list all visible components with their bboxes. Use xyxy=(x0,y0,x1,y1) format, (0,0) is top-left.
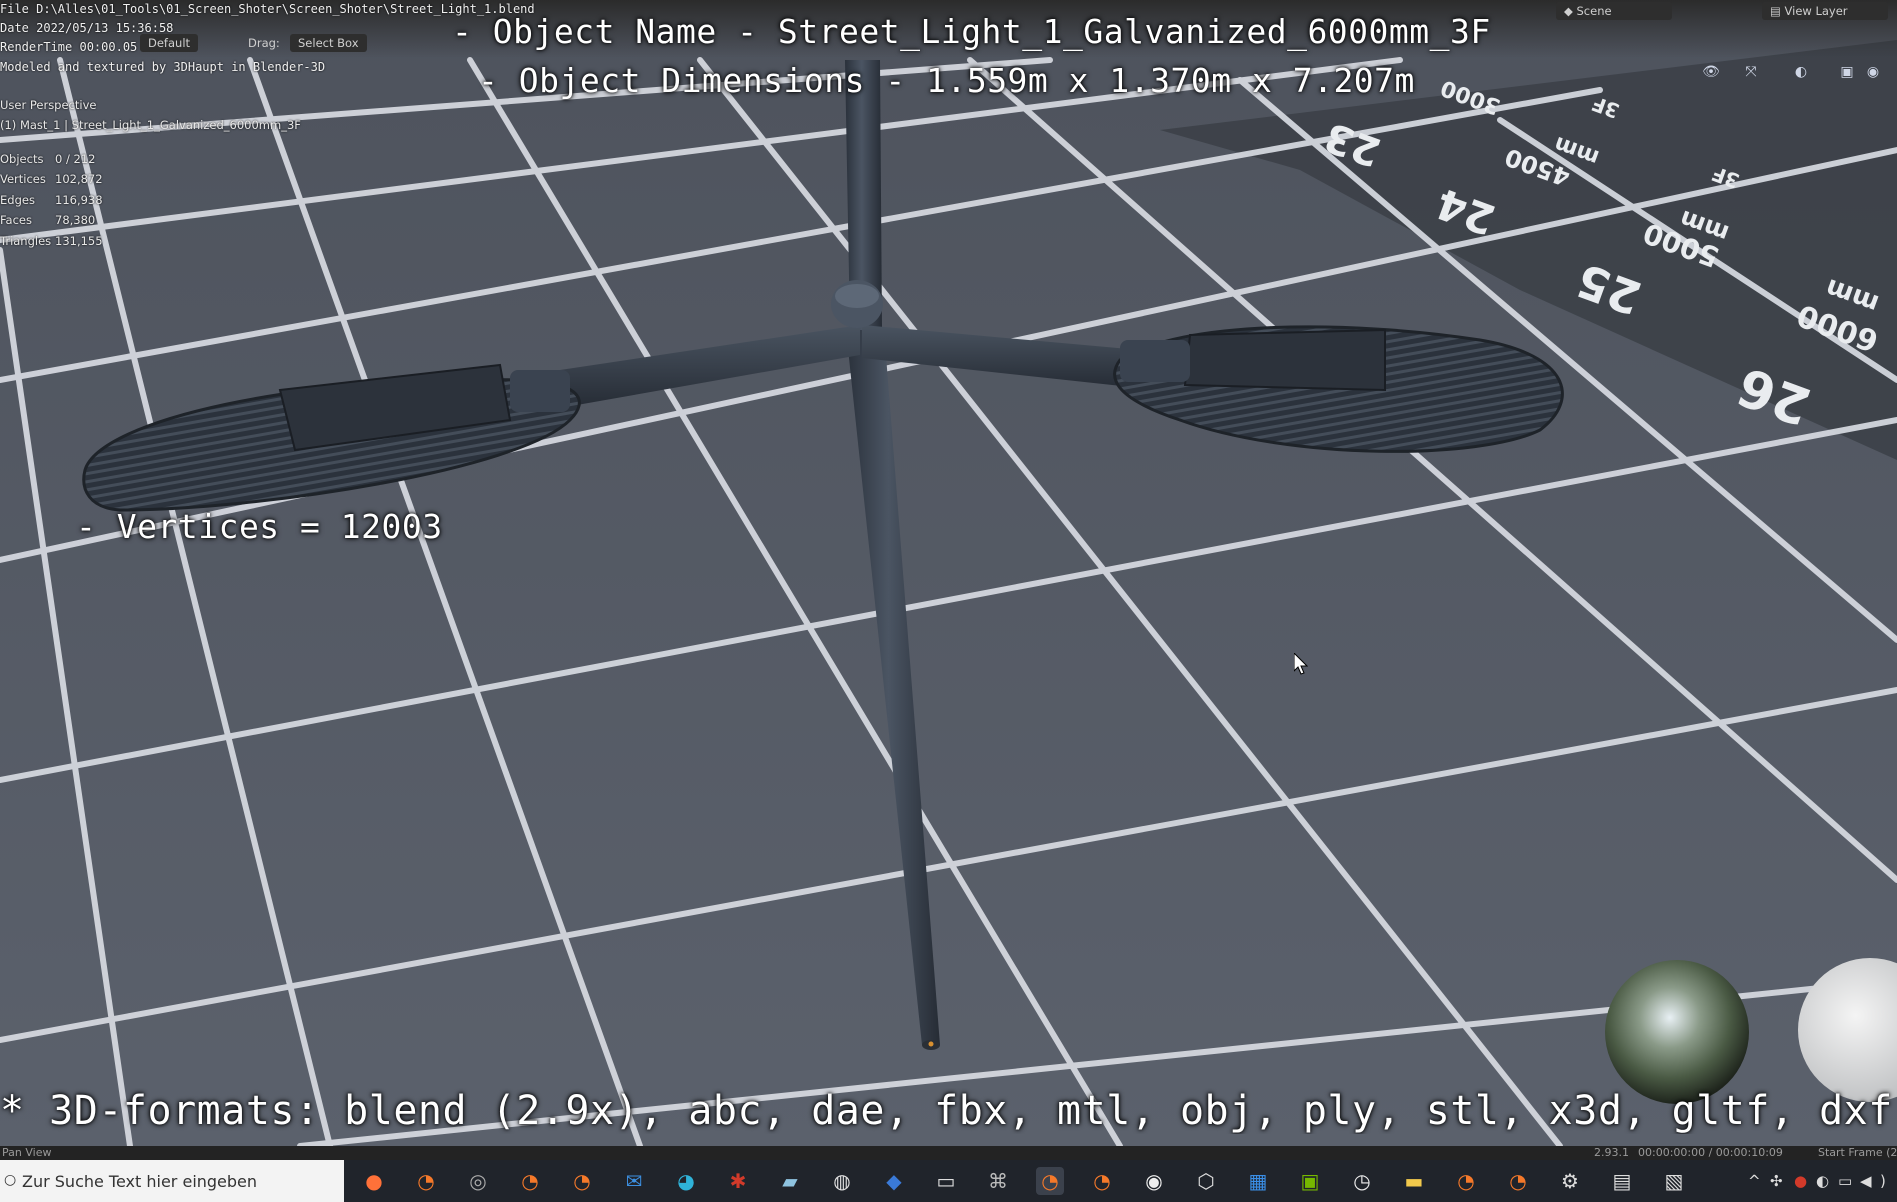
scene-render: 23 3000 24 4500 mm 3F 25 5000 mm 26 6000… xyxy=(0,0,1897,1146)
modeled-by-line: Modeled and textured by 3DHaupt in Blend… xyxy=(0,60,326,74)
orientation-dropdown[interactable]: Default xyxy=(140,34,199,52)
scene-icon: ◆ xyxy=(1564,4,1577,18)
blender-icon[interactable]: ◔ xyxy=(1036,1167,1064,1195)
xray-icon[interactable]: ▣ xyxy=(1836,62,1858,82)
status-left-hint: Pan View xyxy=(2,1146,52,1159)
tray-network-icon[interactable]: ✣ xyxy=(1770,1172,1783,1190)
mail-icon[interactable]: ✉ xyxy=(620,1167,648,1195)
app-icon[interactable]: ▤ xyxy=(1608,1167,1636,1195)
stat-vertices: Vertices 102,872 xyxy=(0,172,103,186)
stat-edges: Edges 116,938 xyxy=(0,193,103,207)
overlays-icon[interactable]: ◐ xyxy=(1790,62,1812,82)
3d-viewport[interactable]: 23 3000 24 4500 mm 3F 25 5000 mm 26 6000… xyxy=(0,0,1897,1146)
scene-label: Scene xyxy=(1576,4,1612,18)
blender-icon[interactable]: ◔ xyxy=(412,1167,440,1195)
folder-icon[interactable]: ▬ xyxy=(1400,1167,1428,1195)
blender-icon[interactable]: ◔ xyxy=(1088,1167,1116,1195)
status-bar: Pan View 2.93.1 00:00:00:00 / 00:00:10:0… xyxy=(0,1146,1897,1160)
nvidia-icon[interactable]: ▣ xyxy=(1296,1167,1324,1195)
timecode: 00:00:00:00 / 00:00:10:09 xyxy=(1638,1146,1783,1159)
hdri-chrome-sphere xyxy=(1605,960,1749,1104)
render-time-line: RenderTime 00:00.05 xyxy=(0,40,138,54)
start-frame-label: Start Frame (2 xyxy=(1818,1146,1897,1159)
tray-volume-icon[interactable]: ◀ xyxy=(1860,1172,1872,1190)
blender-icon[interactable]: ◔ xyxy=(568,1167,596,1195)
blender-icon[interactable]: ◔ xyxy=(516,1167,544,1195)
formats-overlay: * 3D-formats: blend (2.9x), abc, dae, fb… xyxy=(0,1088,1893,1134)
panda-icon[interactable]: ◉ xyxy=(1140,1167,1168,1195)
view-object-types-icon[interactable]: 👁 xyxy=(1700,62,1722,82)
tray-chevron-icon[interactable]: ^ xyxy=(1748,1172,1761,1190)
blender-icon[interactable]: ◔ xyxy=(1452,1167,1480,1195)
tray-app-icon[interactable]: ● xyxy=(1794,1172,1807,1190)
terminal-icon[interactable]: ▭ xyxy=(932,1167,960,1195)
mouse-cursor-icon xyxy=(1294,653,1308,675)
cube-icon[interactable]: ⬡ xyxy=(1192,1167,1220,1195)
view-layer-label: View Layer xyxy=(1784,4,1848,18)
object-dimensions-overlay: - Object Dimensions - 1.559m x 1.370m x … xyxy=(478,61,1415,100)
notes-icon[interactable]: ▰ xyxy=(776,1167,804,1195)
app-icon[interactable]: ◷ xyxy=(1348,1167,1376,1195)
app-icon[interactable]: ◆ xyxy=(880,1167,908,1195)
vertices-overlay: - Vertices = 12003 xyxy=(76,507,443,546)
shading-solid-icon[interactable]: ◉ xyxy=(1862,62,1884,82)
date-line: Date 2022/05/13 15:36:58 xyxy=(0,21,174,35)
firefox-icon[interactable]: ● xyxy=(360,1167,388,1195)
gizmo-icon[interactable]: ⤧ xyxy=(1740,62,1762,82)
drag-dropdown[interactable]: Select Box xyxy=(290,34,367,52)
settings-icon[interactable]: ⚙ xyxy=(1556,1167,1584,1195)
view-layer-icon: ▤ xyxy=(1770,4,1785,18)
search-placeholder: Zur Suche Text hier eingeben xyxy=(22,1171,258,1191)
tray-app-icon[interactable]: ◐ xyxy=(1816,1172,1829,1190)
object-name-overlay: - Object Name - Street_Light_1_Galvanize… xyxy=(452,12,1491,51)
stat-triangles: Triangles 131,155 xyxy=(0,234,103,248)
tray-speaker-icon[interactable]: ) xyxy=(1880,1172,1886,1190)
app-icon[interactable]: ✱ xyxy=(724,1167,752,1195)
blender-version: 2.93.1 xyxy=(1594,1146,1629,1159)
scene-selector[interactable]: ◆ Scene xyxy=(1556,2,1672,20)
app-icon[interactable]: ◍ xyxy=(828,1167,856,1195)
edge-icon[interactable]: ◕ xyxy=(672,1167,700,1195)
app-icon[interactable]: ▧ xyxy=(1660,1167,1688,1195)
view-perspective-label: User Perspective xyxy=(0,98,97,112)
app-icon[interactable]: ⌘ xyxy=(984,1167,1012,1195)
tray-battery-icon[interactable]: ▭ xyxy=(1838,1172,1852,1190)
windows-taskbar: ○ Zur Suche Text hier eingeben ● ◔ ◎ ◔ ◔… xyxy=(0,1160,1897,1202)
blender-icon[interactable]: ◔ xyxy=(1504,1167,1532,1195)
active-object-label: (1) Mast_1 | Street_Light_1_Galvanized_6… xyxy=(0,118,301,132)
app-icon[interactable]: ◎ xyxy=(464,1167,492,1195)
stat-faces: Faces 78,380 xyxy=(0,213,96,227)
drag-label: Drag: xyxy=(248,36,280,50)
taskbar-search-box[interactable]: ○ Zur Suche Text hier eingeben xyxy=(0,1160,344,1202)
stat-objects: Objects 0 / 212 xyxy=(0,152,96,166)
search-icon: ○ xyxy=(4,1172,17,1188)
view-layer-selector[interactable]: ▤ View Layer xyxy=(1762,2,1888,20)
calendar-icon[interactable]: ▦ xyxy=(1244,1167,1272,1195)
